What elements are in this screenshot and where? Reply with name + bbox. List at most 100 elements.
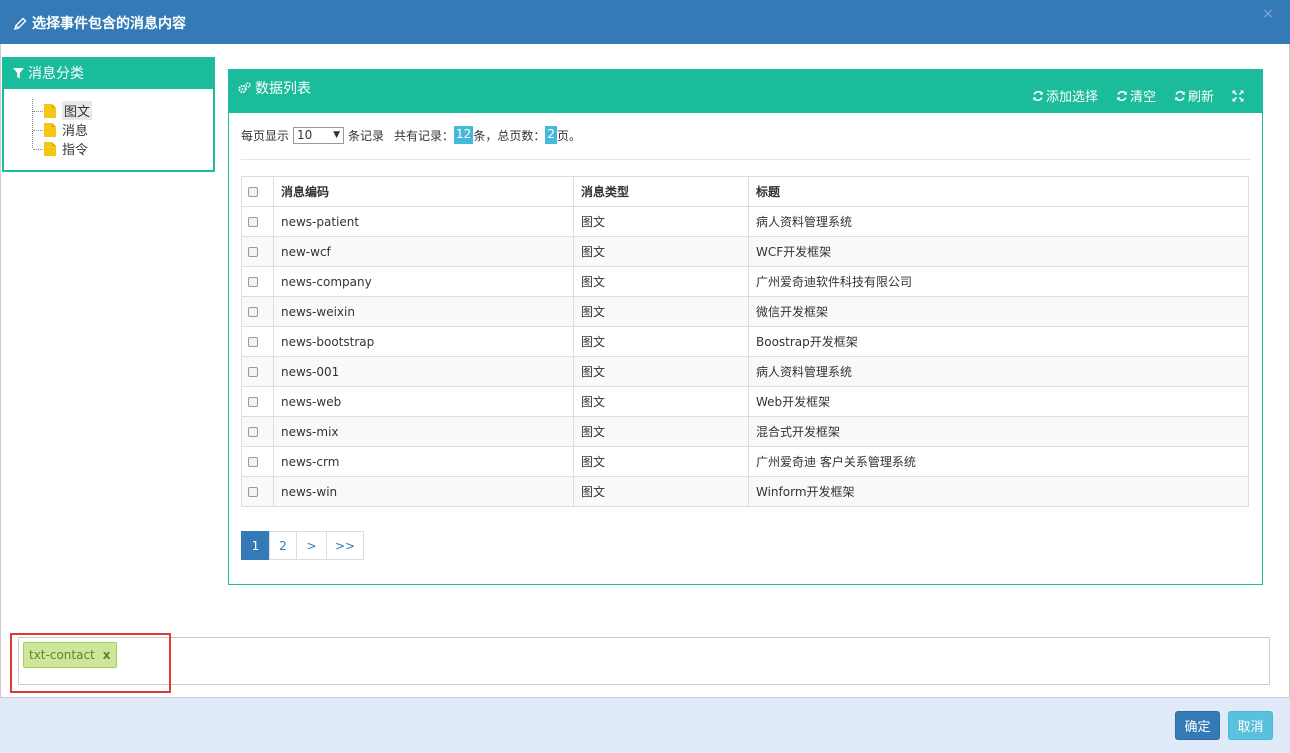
cell-title: Web开发框架 [748,386,1249,417]
cell-title: Winform开发框架 [748,476,1249,507]
row-checkbox[interactable] [248,337,258,347]
table-row[interactable]: news-mix 图文 混合式开发框架 [241,416,1249,447]
page-link[interactable]: 2 [269,531,297,560]
dialog-title: 选择事件包含的消息内容 [14,13,186,33]
row-checkbox-cell [241,266,274,297]
refresh-icon [1033,90,1043,101]
page-link[interactable]: >> [326,531,364,560]
table-row[interactable]: news-win 图文 Winform开发框架 [241,476,1249,507]
row-checkbox-cell [241,206,274,237]
row-checkbox[interactable] [248,277,258,287]
pagination: 1 2 > >> [241,531,364,560]
category-tree: 图文 消息 指令 [4,89,213,158]
pencil-icon [14,17,27,30]
cell-title: 广州爱奇迪软件科技有限公司 [748,266,1249,297]
cell-type: 图文 [573,266,749,297]
column-header[interactable]: 消息类型 [573,176,749,207]
page-size-select[interactable]: 10 ▼ [293,126,345,144]
cell-code: news-mix [273,416,574,447]
tree-node-zhiling[interactable]: 指令 [30,139,213,158]
table-row[interactable]: news-crm 图文 广州爱奇迪 客户关系管理系统 [241,446,1249,477]
total-pages-badge: 2 [545,126,557,144]
cell-code: news-bootstrap [273,326,574,357]
cell-title: 病人资料管理系统 [748,206,1249,237]
cell-title: 广州爱奇迪 客户关系管理系统 [748,446,1249,477]
tree-node-label: 消息 [62,124,89,139]
fullscreen-button[interactable] [1232,89,1246,102]
cell-title: Boostrap开发框架 [748,326,1249,357]
page-link[interactable]: 1 [241,531,270,560]
select-all-checkbox[interactable] [248,187,258,197]
table-row[interactable]: new-wcf 图文 WCF开发框架 [241,236,1249,267]
row-checkbox[interactable] [248,367,258,377]
row-checkbox[interactable] [248,247,258,257]
refresh-icon [1175,90,1185,101]
tree-node-label: 图文 [62,101,93,120]
close-icon[interactable]: × [1262,6,1274,22]
selected-items-box[interactable]: txt-contact x [18,637,1270,685]
column-header[interactable]: 标题 [748,176,1249,207]
row-checkbox[interactable] [248,457,258,467]
cell-title: 混合式开发框架 [748,416,1249,447]
pager-info: 每页显示 10 ▼ 条记录 共有记录： 12 条，总页数： 2 页。 [241,126,581,144]
annotation-highlight-box [10,633,171,693]
row-checkbox[interactable] [248,427,258,437]
cell-title: 病人资料管理系统 [748,356,1249,387]
tree-node-tuwen[interactable]: 图文 [30,101,213,120]
row-checkbox-cell [241,416,274,447]
cell-type: 图文 [573,326,749,357]
cell-type: 图文 [573,446,749,477]
table-row[interactable]: news-weixin 图文 微信开发框架 [241,296,1249,327]
add-selection-button[interactable]: 添加选择 [1032,86,1098,105]
dropdown-arrow-icon: ▼ [333,129,341,140]
total-records-badge: 12 [454,126,474,144]
column-header[interactable]: 消息编码 [273,176,574,207]
divider [241,159,1250,160]
cell-type: 图文 [573,416,749,447]
row-checkbox-cell [241,296,274,327]
dialog-body: 消息分类 图文 消息 指令 数据列表 添加选择 清空 刷新 每页显示 10 ▼ … [0,44,1290,697]
data-table: 消息编码 消息类型 标题 news-patient 图文 病人资料管理系统 new-w… [241,176,1249,507]
expand-icon [1232,89,1244,102]
gears-icon [238,82,251,94]
cancel-button[interactable]: 取消 [1228,711,1273,740]
select-all-checkbox-cell [241,176,274,207]
table-row[interactable]: news-bootstrap 图文 Boostrap开发框架 [241,326,1249,357]
row-checkbox[interactable] [248,397,258,407]
cell-type: 图文 [573,296,749,327]
row-checkbox[interactable] [248,307,258,317]
category-panel-title: 消息分类 [28,66,84,82]
row-checkbox-cell [241,236,274,267]
table-header-row: 消息编码 消息类型 标题 [241,176,1249,207]
data-list-header: 数据列表 添加选择 清空 刷新 [229,70,1262,113]
cell-title: 微信开发框架 [748,296,1249,327]
confirm-button[interactable]: 确定 [1175,711,1220,740]
row-checkbox-cell [241,476,274,507]
cell-type: 图文 [573,476,749,507]
cell-code: news-weixin [273,296,574,327]
cell-code: news-company [273,266,574,297]
row-checkbox[interactable] [248,217,258,227]
table-row[interactable]: news-web 图文 Web开发框架 [241,386,1249,417]
table-row[interactable]: news-company 图文 广州爱奇迪软件科技有限公司 [241,266,1249,297]
cell-code: news-patient [273,206,574,237]
dialog-footer: 确定 取消 [0,697,1290,753]
refresh-button[interactable]: 刷新 [1174,86,1214,105]
data-list-title: 数据列表 [238,78,311,98]
table-row[interactable]: news-patient 图文 病人资料管理系统 [241,206,1249,237]
category-panel-header: 消息分类 [4,57,213,89]
row-checkbox-cell [241,356,274,387]
cell-type: 图文 [573,206,749,237]
dialog-title-text: 选择事件包含的消息内容 [32,16,186,32]
page-link[interactable]: > [296,531,327,560]
table-row[interactable]: news-001 图文 病人资料管理系统 [241,356,1249,387]
row-checkbox[interactable] [248,487,258,497]
cell-title: WCF开发框架 [748,236,1249,267]
clear-button[interactable]: 清空 [1116,86,1156,105]
cell-type: 图文 [573,386,749,417]
cell-code: news-win [273,476,574,507]
file-icon [44,122,56,137]
tree-node-xiaoxi[interactable]: 消息 [30,120,213,139]
cell-code: news-crm [273,446,574,477]
tree-node-label: 指令 [62,143,89,158]
